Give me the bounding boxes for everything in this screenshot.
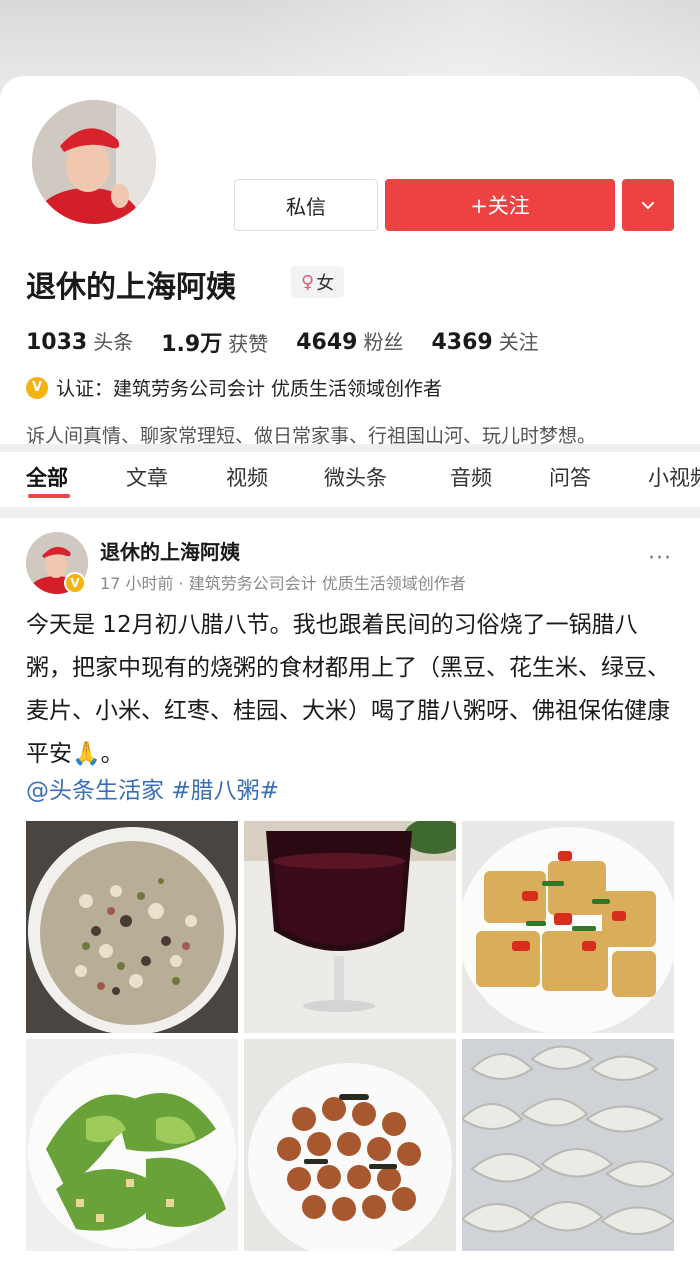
- tab-articles[interactable]: 文章: [126, 462, 168, 492]
- peanuts-image: [244, 1039, 456, 1251]
- verification-text: 认证：建筑劳务公司会计 优质生活领域创作者: [56, 378, 443, 400]
- porridge-image: [26, 821, 238, 1033]
- profile-card: 私信 +关注 退休的上海阿姨 ♀ 女 1033 头条 1.9万 获赞 4649 …: [0, 76, 700, 447]
- verification-info: V 认证：建筑劳务公司会计 优质生活领域创作者: [26, 374, 442, 401]
- feed-post: V 退休的上海阿姨 17 小时前 · 建筑劳务公司会计 优质生活领域创作者 ··…: [0, 518, 700, 1265]
- profile-bio: 诉人间真情、聊家常理短、做日常家事、行祖国山河、玩儿时梦想。: [26, 425, 597, 447]
- tab-videos[interactable]: 视频: [226, 462, 268, 492]
- mention-link[interactable]: @头条生活家: [26, 778, 164, 804]
- chevron-down-icon: [642, 202, 654, 209]
- avatar-portrait-icon: [32, 100, 156, 224]
- tab-qa[interactable]: 问答: [549, 462, 591, 492]
- photo-grid: [26, 821, 674, 1251]
- message-button[interactable]: 私信: [234, 179, 378, 231]
- stat-following[interactable]: 4369 关注: [431, 326, 538, 358]
- post-verified-badge-icon: V: [64, 572, 86, 594]
- follow-button[interactable]: +关注: [385, 179, 615, 231]
- stat-number: 4369: [431, 330, 493, 355]
- tab-micro-headlines[interactable]: 微头条: [324, 462, 387, 492]
- photo-lettuce[interactable]: [26, 1039, 238, 1251]
- stat-number: 4649: [296, 330, 358, 355]
- tofu-image: [462, 821, 674, 1033]
- wine-image: [244, 821, 456, 1033]
- tab-short-videos[interactable]: 小视频: [648, 462, 700, 492]
- content-tabs: 全部 文章 视频 微头条 音频 问答 小视频: [0, 452, 700, 508]
- follow-more-button[interactable]: [622, 179, 674, 231]
- stat-number: 1.9万: [161, 332, 223, 357]
- stat-likes[interactable]: 1.9万 获赞: [161, 326, 268, 358]
- profile-name: 退休的上海阿姨: [26, 270, 236, 305]
- stat-label: 获赞: [228, 332, 269, 356]
- photo-tofu-with-peppers[interactable]: [462, 821, 674, 1033]
- stat-followers[interactable]: 4649 粉丝: [296, 326, 403, 358]
- photo-laba-porridge[interactable]: [26, 821, 238, 1033]
- tab-audio[interactable]: 音频: [450, 462, 492, 492]
- stat-headlines[interactable]: 1033 头条: [26, 326, 133, 358]
- tab-all[interactable]: 全部: [26, 462, 68, 492]
- post-meta: 17 小时前 · 建筑劳务公司会计 优质生活领域创作者: [100, 574, 466, 593]
- profile-avatar[interactable]: [26, 94, 162, 230]
- post-text: 今天是 12月初八腊八节。我也跟着民间的习俗烧了一锅腊八粥，把家中现有的烧粥的食…: [26, 612, 670, 767]
- active-tab-indicator: [28, 494, 70, 498]
- profile-avatar-image: [32, 100, 156, 224]
- hashtag-link[interactable]: #腊八粥#: [171, 778, 279, 804]
- post-tags: @头条生活家 #腊八粥#: [26, 771, 279, 805]
- stat-label: 粉丝: [363, 330, 404, 354]
- photo-peanuts[interactable]: [244, 1039, 456, 1251]
- gender-badge: ♀ 女: [291, 266, 345, 298]
- dumplings-image: [462, 1039, 674, 1251]
- female-icon: ♀: [301, 271, 315, 293]
- photo-red-wine[interactable]: [244, 821, 456, 1033]
- verified-badge-icon: V: [26, 376, 48, 399]
- photo-dumplings[interactable]: [462, 1039, 674, 1251]
- lettuce-image: [26, 1039, 238, 1251]
- gender-label: 女: [316, 273, 335, 294]
- stat-number: 1033: [26, 330, 88, 355]
- post-author-name[interactable]: 退休的上海阿姨: [100, 536, 240, 565]
- post-more-button[interactable]: ···: [648, 546, 672, 571]
- stat-label: 关注: [498, 330, 539, 354]
- profile-stats: 1033 头条 1.9万 获赞 4649 粉丝 4369 关注: [26, 326, 567, 358]
- stat-label: 头条: [93, 330, 134, 354]
